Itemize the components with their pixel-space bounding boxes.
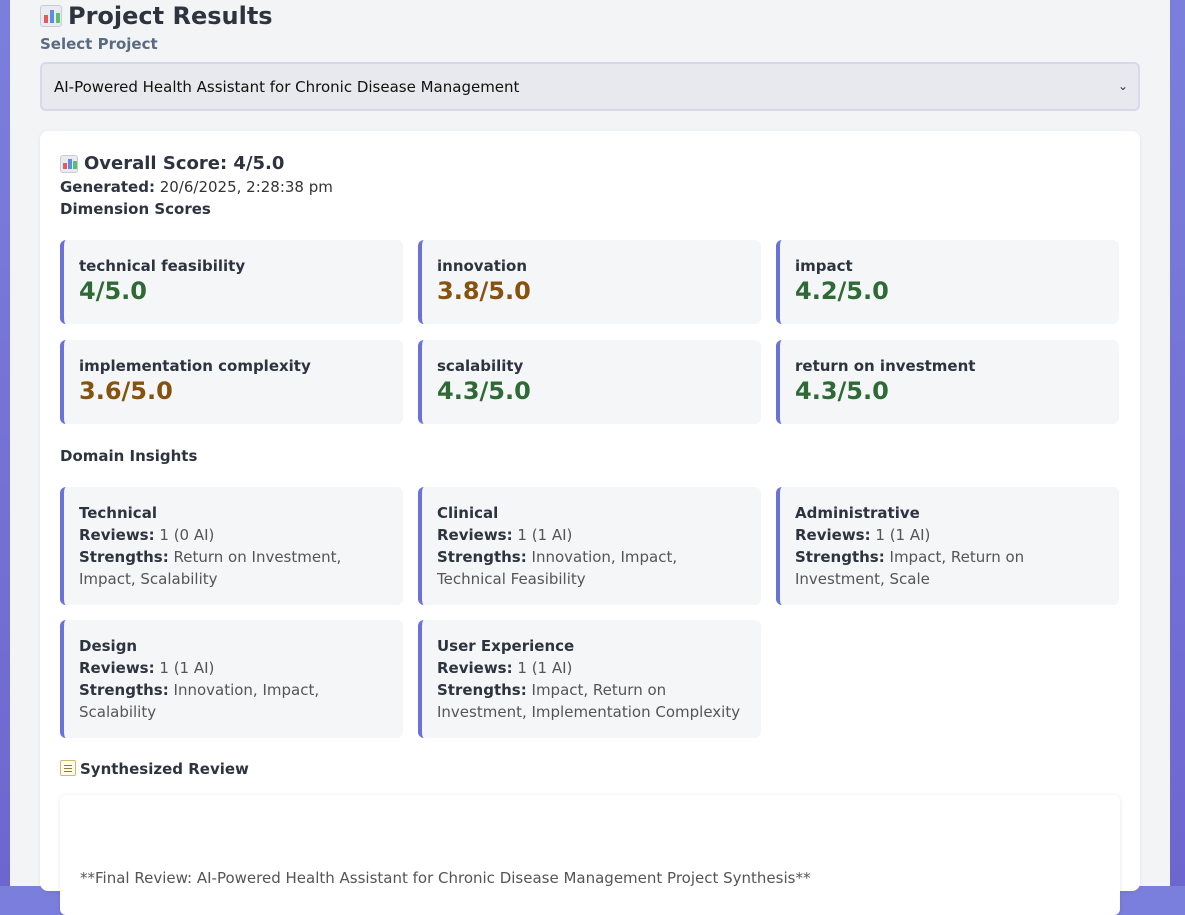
overall-score: Overall Score: 4/5.0 — [60, 153, 284, 174]
insight-card: Design Reviews: 1 (1 AI) Strengths: Inno… — [60, 620, 403, 738]
reviews-label: Reviews: — [437, 659, 513, 677]
dimension-score: 4.2/5.0 — [795, 277, 889, 305]
strengths-label: Strengths: — [437, 548, 527, 566]
dimension-card: technical feasibility 4/5.0 — [60, 240, 403, 324]
dimension-name: return on investment — [795, 357, 976, 375]
select-project-label: Select Project — [40, 35, 158, 53]
reviews-label: Reviews: — [437, 526, 513, 544]
insight-card: User Experience Reviews: 1 (1 AI) Streng… — [418, 620, 761, 738]
strengths-label: Strengths: — [437, 681, 527, 699]
reviews-value: 1 (1 AI) — [512, 659, 573, 677]
dimension-card: return on investment 4.3/5.0 — [776, 340, 1119, 424]
dimension-score: 4/5.0 — [79, 277, 147, 305]
dimension-name: impact — [795, 257, 853, 275]
memo-icon — [60, 760, 76, 776]
dimension-score: 3.8/5.0 — [437, 277, 531, 305]
dimension-score: 4.3/5.0 — [437, 377, 531, 405]
bar-chart-icon — [60, 154, 78, 173]
dimension-score: 4.3/5.0 — [795, 377, 889, 405]
insight-domain: Administrative — [795, 504, 920, 522]
strengths-label: Strengths: — [79, 681, 169, 699]
chevron-down-icon: ⌄ — [1117, 79, 1128, 93]
insight-domain: Clinical — [437, 504, 499, 522]
reviews-label: Reviews: — [79, 659, 155, 677]
dimension-name: innovation — [437, 257, 527, 275]
results-card: Overall Score: 4/5.0 Generated: 20/6/202… — [40, 131, 1140, 915]
dimension-scores-title: Dimension Scores — [60, 200, 211, 218]
generated-label: Generated: — [60, 178, 155, 196]
page-title-text: Project Results — [68, 2, 273, 30]
insight-card: Administrative Reviews: 1 (1 AI) Strengt… — [776, 487, 1119, 605]
dimension-card: implementation complexity 3.6/5.0 — [60, 340, 403, 424]
bar-chart-icon — [40, 5, 62, 27]
reviews-label: Reviews: — [79, 526, 155, 544]
page-title: Project Results — [40, 2, 273, 30]
reviews-value: 1 (1 AI) — [870, 526, 931, 544]
generated-timestamp: Generated: 20/6/2025, 2:28:38 pm — [60, 178, 333, 196]
dimension-name: implementation complexity — [79, 357, 311, 375]
insight-card: Clinical Reviews: 1 (1 AI) Strengths: In… — [418, 487, 761, 605]
dimension-card: innovation 3.8/5.0 — [418, 240, 761, 324]
project-select[interactable]: AI-Powered Health Assistant for Chronic … — [40, 62, 1140, 111]
insight-domain: User Experience — [437, 637, 575, 655]
reviews-value: 1 (1 AI) — [154, 659, 215, 677]
insight-domain: Design — [79, 637, 138, 655]
reviews-value: 1 (0 AI) — [154, 526, 215, 544]
synthesized-review-title: Synthesized Review — [60, 760, 249, 778]
strengths-label: Strengths: — [795, 548, 885, 566]
strengths-label: Strengths: — [79, 548, 169, 566]
overall-score-text: Overall Score: 4/5.0 — [84, 153, 285, 174]
project-select-value: AI-Powered Health Assistant for Chronic … — [54, 77, 520, 96]
dimension-card: scalability 4.3/5.0 — [418, 340, 761, 424]
insight-card: Technical Reviews: 1 (0 AI) Strengths: R… — [60, 487, 403, 605]
generated-value: 20/6/2025, 2:28:38 pm — [154, 178, 333, 196]
domain-insights-title: Domain Insights — [60, 447, 198, 465]
synthesized-review-title-text: Synthesized Review — [80, 760, 249, 778]
synthesized-review-text: **Final Review: AI-Powered Health Assist… — [80, 869, 811, 887]
dimension-name: scalability — [437, 357, 524, 375]
insight-domain: Technical — [79, 504, 157, 522]
synthesized-review-box: **Final Review: AI-Powered Health Assist… — [60, 795, 1120, 915]
reviews-label: Reviews: — [795, 526, 871, 544]
dimension-score: 3.6/5.0 — [79, 377, 173, 405]
reviews-value: 1 (1 AI) — [512, 526, 573, 544]
dimension-name: technical feasibility — [79, 257, 246, 275]
dimension-card: impact 4.2/5.0 — [776, 240, 1119, 324]
